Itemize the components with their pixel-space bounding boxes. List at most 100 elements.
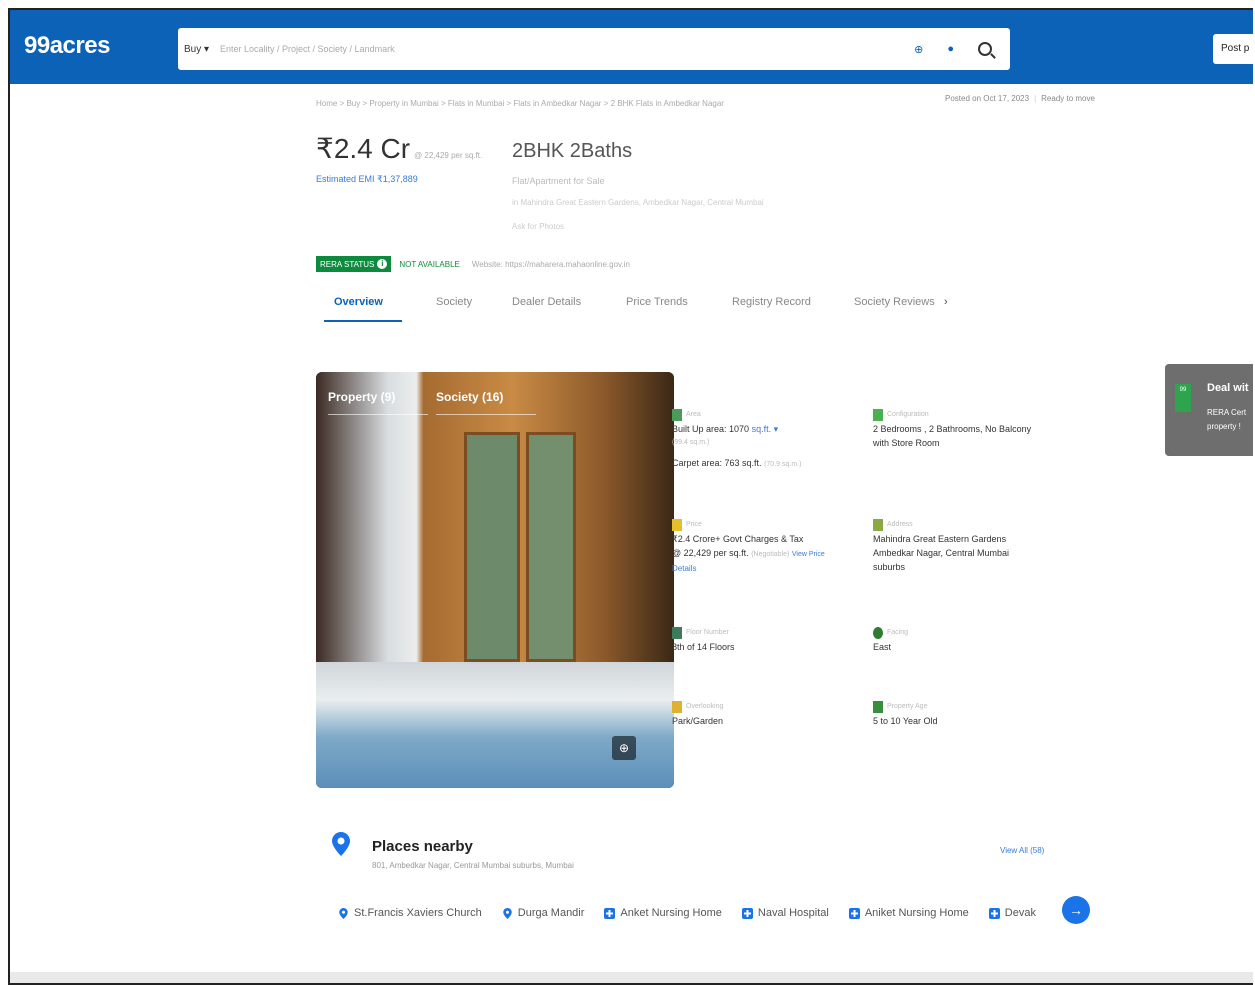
built-up-sqm: (99.4 sq.m.)	[672, 439, 710, 446]
area-label: Area	[672, 408, 852, 422]
price-value: ₹2.4 Cr	[316, 133, 411, 164]
hospital-icon	[741, 907, 753, 919]
deal-subtitle: RERA Cert property !	[1207, 406, 1246, 434]
listing-extra: Ask for Photos	[512, 222, 565, 231]
place-chip-label: Naval Hospital	[757, 907, 829, 919]
config-label: Configuration	[873, 408, 1073, 422]
negotiable-tag: (Negotiable)	[751, 551, 790, 558]
price-tag-icon	[672, 519, 682, 531]
tab-overview[interactable]: Overview	[334, 296, 383, 308]
overlooking-label-text: Overlooking	[686, 703, 724, 710]
detail-address: Address Mahindra Great Eastern Gardens A…	[873, 518, 1073, 574]
configuration-icon	[873, 409, 883, 421]
tab-dealer-details[interactable]: Dealer Details	[512, 296, 581, 308]
built-up-value: Built Up area: 1070	[672, 424, 750, 434]
overlooking-label: Overlooking	[672, 700, 852, 714]
place-chip[interactable]: Devak	[988, 902, 1036, 924]
hospital-icon	[848, 907, 860, 919]
search-input[interactable]	[220, 44, 903, 54]
hospital-icon	[988, 907, 1000, 919]
place-chip-label: Aniket Nursing Home	[864, 907, 969, 919]
posted-date: Posted on Oct 17, 2023	[945, 94, 1030, 103]
hospital-icon	[604, 907, 616, 919]
address-label: Address	[873, 518, 1073, 532]
carpet-area: Carpet area: 763 sq.ft. (70.9 sq.m.)	[672, 456, 852, 472]
price-line: ₹2.4 Crore+ Govt Charges & Tax	[672, 534, 804, 544]
section-tabs: Overview Society Dealer Details Price Tr…	[316, 286, 976, 324]
view-all-places-link[interactable]: View All (58)	[1000, 846, 1044, 855]
price-sqft-line: @ 22,429 per sq.ft. (Negotiable) View Pr…	[672, 546, 862, 562]
floor-label-text: Floor Number	[686, 629, 729, 636]
zoom-icon[interactable]: ⊕	[612, 736, 636, 760]
gallery-tab-property[interactable]: Property (9)	[328, 390, 395, 404]
area-label-text: Area	[686, 411, 701, 418]
carpet-value: Carpet area: 763 sq.ft.	[672, 458, 762, 468]
post-property-button[interactable]: Post p	[1213, 34, 1253, 64]
address-label-text: Address	[887, 521, 913, 528]
browser-frame: 99acres Buy ▾ ⊕ ● Post p Home > Buy > Pr…	[8, 8, 1253, 985]
age-value: 5 to 10 Year Old	[873, 716, 938, 726]
next-arrow-icon[interactable]: →	[1062, 896, 1090, 924]
rera-status: NOT AVAILABLE	[399, 259, 460, 269]
search-bar: Buy ▾ ⊕ ●	[178, 28, 1010, 70]
address-line-1: Mahindra Great Eastern Gardens	[873, 534, 1007, 544]
tab-society-reviews[interactable]: Society Reviews	[854, 296, 935, 308]
deal-line-1: RERA Cert	[1207, 408, 1247, 417]
place-chip[interactable]: Aniket Nursing Home	[848, 902, 969, 924]
place-chip[interactable]: St.Francis Xaviers Church	[338, 902, 482, 924]
place-chip-label: St.Francis Xaviers Church	[354, 907, 482, 919]
config-value: 2 Bedrooms , 2 Bathrooms, No Balcony	[873, 424, 1032, 434]
rera-website[interactable]: Website: https://maharera.mahaonline.gov…	[472, 260, 630, 269]
facing-label: Facing	[873, 626, 1053, 640]
rera-row: RERA STATUS i NOT AVAILABLE Website: http…	[316, 256, 630, 272]
price-per-sqft: @ 22,429 per sq.ft.	[414, 151, 483, 160]
gallery-tab-underline	[328, 414, 428, 415]
tab-society[interactable]: Society	[436, 296, 472, 308]
info-icon[interactable]: i	[377, 259, 388, 269]
location-pin-icon	[503, 907, 512, 919]
possession-status: Ready to move	[1041, 94, 1095, 103]
config-label-text: Configuration	[887, 411, 929, 418]
place-chip[interactable]: Durga Mandir	[502, 902, 585, 924]
detail-overlooking: Overlooking Park/Garden	[672, 700, 852, 728]
places-address: 801, Ambedkar Nagar, Central Mumbai subu…	[372, 861, 574, 870]
bottom-strip	[10, 972, 1253, 983]
detail-configuration: Configuration 2 Bedrooms , 2 Bathrooms, …	[873, 408, 1073, 450]
deal-card[interactable]: 99 Deal wit RERA Cert property !	[1165, 364, 1253, 456]
buy-dropdown[interactable]: Buy ▾	[184, 44, 220, 55]
microphone-icon[interactable]: ●	[947, 43, 954, 55]
area-icon	[672, 409, 682, 421]
compass-icon	[873, 627, 883, 639]
photo-gallery[interactable]: Property (9) Society (16) ⊕	[316, 372, 674, 788]
age-label-text: Property Age	[887, 703, 928, 710]
facing-value: East	[873, 642, 892, 652]
location-target-icon[interactable]: ⊕	[914, 43, 923, 56]
chevron-right-icon[interactable]: ›	[944, 296, 948, 308]
unit-selector[interactable]: sq.ft. ▾	[752, 424, 779, 434]
gallery-tab-society[interactable]: Society (16)	[436, 390, 503, 404]
site-logo[interactable]: 99acres	[24, 32, 110, 60]
price-label: Price	[672, 518, 862, 532]
gallery-tab-underline	[436, 414, 536, 415]
search-icon[interactable]	[978, 42, 992, 56]
emi-link[interactable]: Estimated EMI ₹1,37,889	[316, 174, 418, 185]
price-details-link[interactable]: Details	[672, 562, 862, 576]
rera-certified-badge-icon: 99	[1175, 384, 1191, 412]
address-line-3: suburbs	[873, 562, 906, 572]
photo-door-left	[464, 432, 520, 662]
place-chip[interactable]: Anket Nursing Home	[604, 902, 722, 924]
rera-badge[interactable]: RERA STATUS i	[316, 256, 392, 272]
tab-registry-record[interactable]: Registry Record	[732, 296, 811, 308]
place-chip[interactable]: Naval Hospital	[741, 902, 829, 924]
property-age-icon	[873, 701, 883, 713]
listing-title: 2BHK 2Baths	[512, 140, 633, 162]
address-line-2: Ambedkar Nagar, Central Mumbai	[873, 548, 1010, 558]
place-chip-label: Durga Mandir	[517, 907, 585, 919]
tab-price-trends[interactable]: Price Trends	[626, 296, 688, 308]
posted-info: Posted on Oct 17, 2023 | Ready to move	[945, 94, 1095, 103]
view-price-link[interactable]: View Price	[792, 551, 825, 558]
facing-label-text: Facing	[887, 629, 909, 636]
places-chip-list: St.Francis Xaviers Church Durga Mandir A…	[338, 902, 1068, 924]
breadcrumb[interactable]: Home > Buy > Property in Mumbai > Flats …	[316, 99, 724, 108]
detail-price: Price ₹2.4 Crore+ Govt Charges & Tax @ 2…	[672, 518, 862, 576]
